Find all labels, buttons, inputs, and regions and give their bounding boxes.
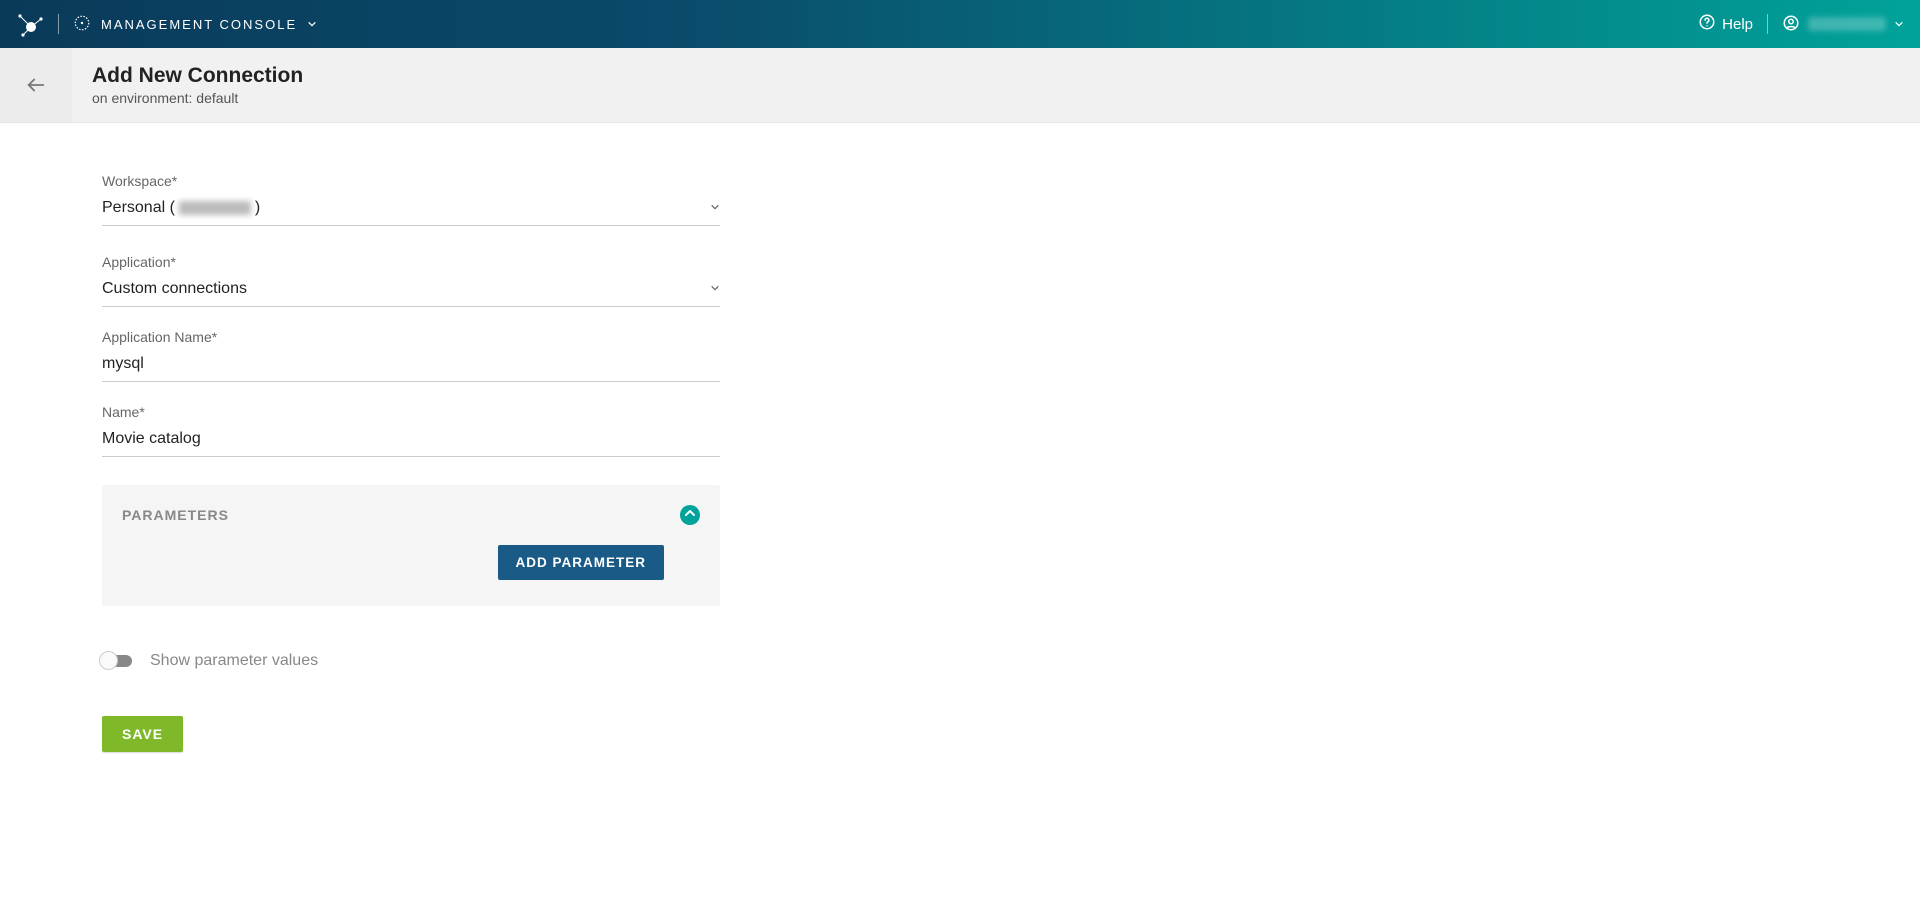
navbar-divider — [58, 14, 59, 34]
help-label: Help — [1722, 16, 1753, 33]
parameters-panel: PARAMETERS ADD PARAMETER — [102, 485, 720, 606]
save-button[interactable]: SAVE — [102, 716, 183, 752]
application-select-value: Custom connections — [102, 280, 247, 298]
chevron-down-icon — [710, 202, 720, 215]
user-menu[interactable] — [1782, 14, 1904, 35]
help-icon — [1698, 13, 1716, 35]
page-subtitle: on environment: default — [92, 90, 303, 106]
application-name-label: Application Name* — [102, 329, 820, 345]
product-logo-icon — [16, 10, 44, 38]
workspace-select-value: Personal () — [102, 199, 260, 217]
show-parameter-values-toggle[interactable] — [102, 655, 132, 667]
user-name-redacted — [1808, 17, 1886, 31]
compass-icon — [73, 14, 91, 35]
application-name-input[interactable] — [102, 355, 720, 373]
workspace-select[interactable]: Personal () — [102, 195, 720, 226]
name-input[interactable] — [102, 430, 720, 448]
form-content: Workspace* Personal () Application* Cust… — [0, 123, 820, 792]
help-link[interactable]: Help — [1698, 13, 1753, 35]
back-button[interactable] — [0, 48, 72, 122]
name-label: Name* — [102, 404, 820, 420]
chevron-down-icon — [710, 283, 720, 296]
workspace-user-redacted — [179, 201, 251, 215]
user-avatar-icon — [1782, 14, 1800, 35]
application-select[interactable]: Custom connections — [102, 276, 720, 307]
page-subheader: Add New Connection on environment: defau… — [0, 48, 1920, 123]
parameters-collapse-button[interactable] — [680, 505, 700, 525]
app-switcher[interactable]: MANAGEMENT CONSOLE — [73, 14, 317, 35]
chevron-down-icon — [307, 16, 317, 32]
application-label: Application* — [102, 254, 820, 270]
workspace-label: Workspace* — [102, 173, 820, 189]
chevron-up-icon — [684, 506, 696, 524]
top-navbar: MANAGEMENT CONSOLE Help — [0, 0, 1920, 48]
add-parameter-button[interactable]: ADD PARAMETER — [498, 545, 665, 580]
parameters-title: PARAMETERS — [122, 507, 229, 523]
app-switcher-label: MANAGEMENT CONSOLE — [101, 17, 297, 32]
show-parameter-values-label: Show parameter values — [150, 652, 318, 670]
chevron-down-icon — [1894, 16, 1904, 32]
navbar-divider — [1767, 14, 1768, 34]
page-title: Add New Connection — [92, 64, 303, 88]
